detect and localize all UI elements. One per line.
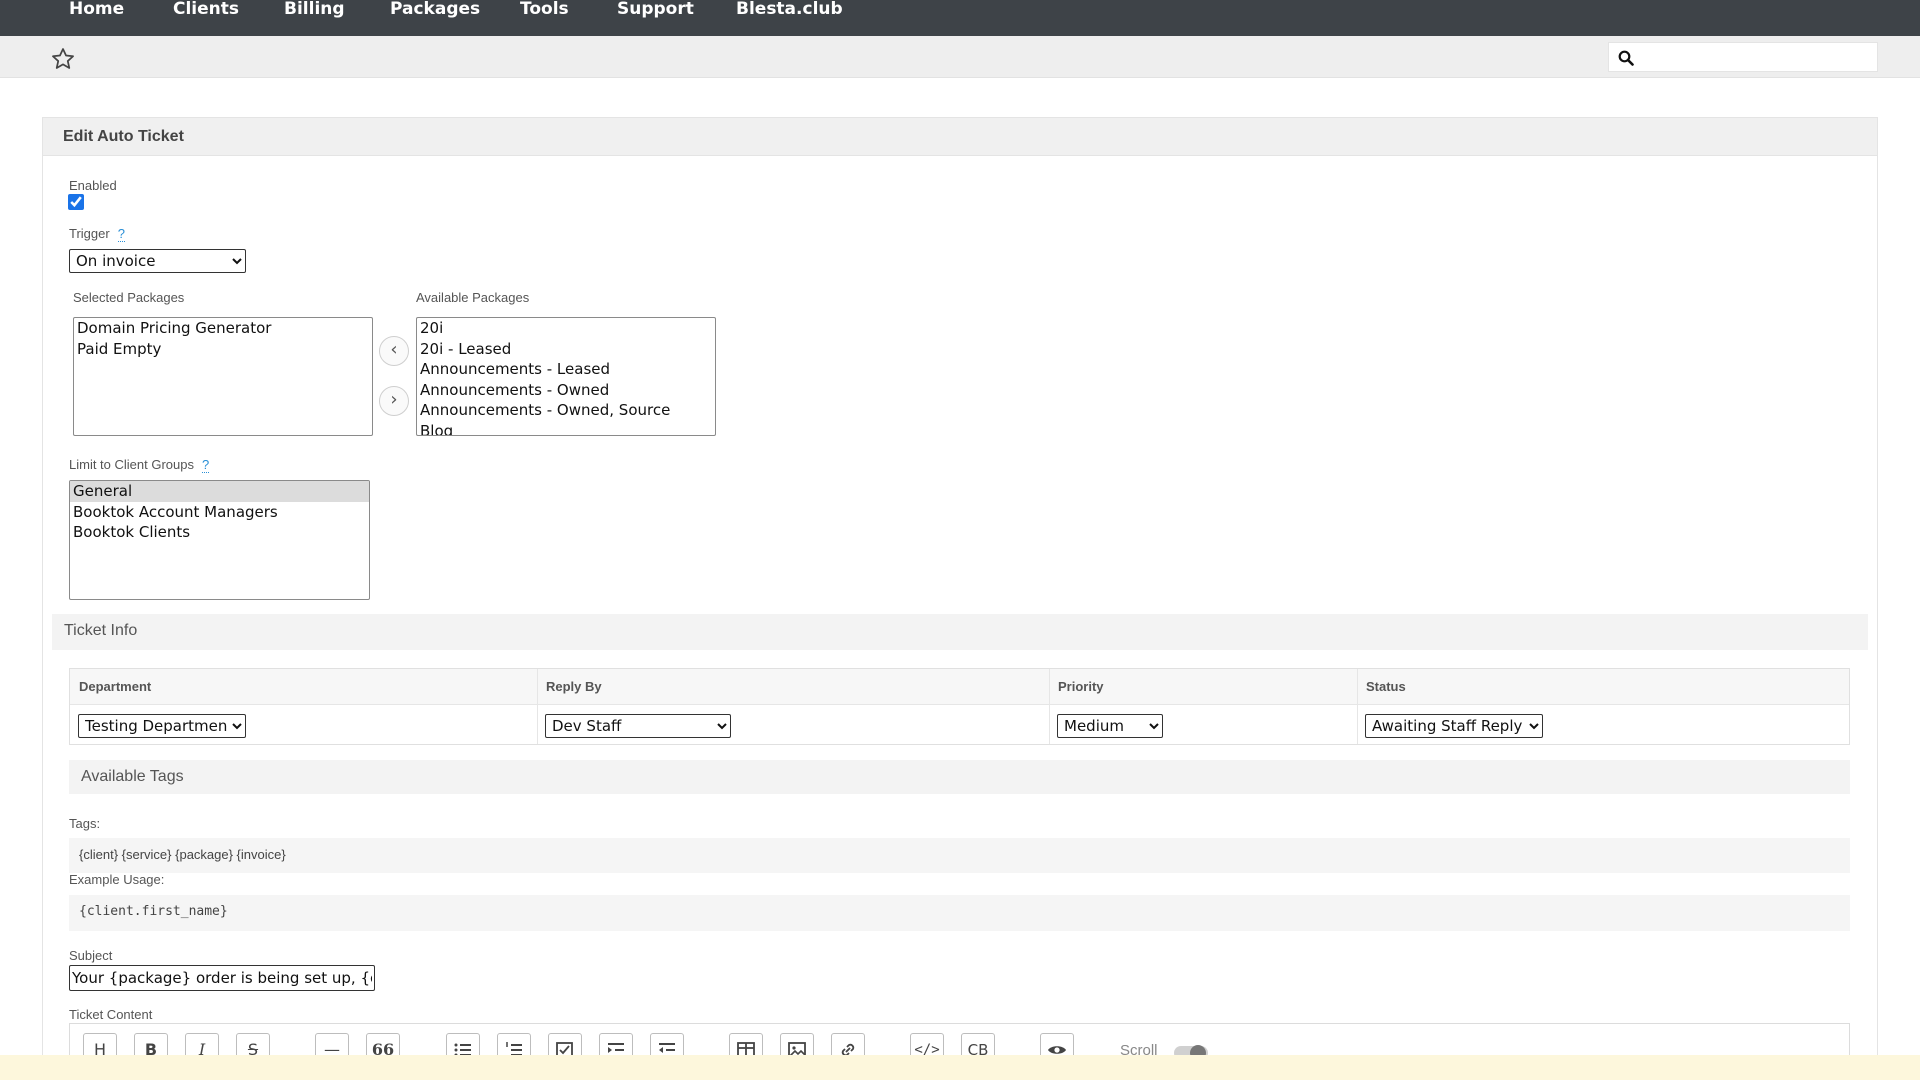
trigger-label: Trigger? bbox=[69, 226, 125, 242]
nav-tools[interactable]: Tools bbox=[520, 0, 569, 36]
search-box bbox=[1608, 42, 1878, 72]
tags-value: {client} {service} {package} {invoice} bbox=[79, 847, 286, 862]
trigger-help-link[interactable]: ? bbox=[117, 226, 125, 242]
move-left-button[interactable]: ‹ bbox=[379, 336, 409, 366]
sub-bar bbox=[0, 36, 1920, 78]
panel-header: Edit Auto Ticket bbox=[43, 118, 1877, 156]
nav-blesta-club[interactable]: Blesta.club bbox=[736, 0, 843, 36]
client-groups-label-text: Limit to Client Groups bbox=[69, 457, 194, 472]
tags-box: {client} {service} {package} {invoice} bbox=[69, 838, 1850, 873]
enabled-label: Enabled bbox=[69, 178, 117, 193]
list-item[interactable]: Announcements - Leased bbox=[417, 359, 715, 380]
trigger-label-text: Trigger bbox=[69, 226, 110, 241]
list-item[interactable]: Booktok Account Managers bbox=[70, 502, 369, 523]
subject-label: Subject bbox=[69, 948, 113, 963]
available-packages-list[interactable]: 20i 20i - Leased Announcements - Leased … bbox=[416, 317, 716, 436]
list-item[interactable]: Booktok Clients bbox=[70, 522, 369, 543]
list-item[interactable]: Domain Pricing Generator bbox=[74, 318, 372, 339]
trigger-select[interactable]: On invoice bbox=[69, 249, 246, 273]
list-item[interactable]: 20i bbox=[417, 318, 715, 339]
ticket-info-header: Ticket Info bbox=[52, 614, 1868, 650]
enabled-checkbox[interactable] bbox=[68, 194, 84, 210]
column-divider bbox=[1357, 669, 1358, 744]
nav-home[interactable]: Home bbox=[69, 0, 124, 36]
nav-packages[interactable]: Packages bbox=[390, 0, 480, 36]
column-header-department: Department bbox=[79, 679, 152, 694]
nav-support[interactable]: Support bbox=[617, 0, 694, 36]
star-icon[interactable] bbox=[50, 46, 76, 72]
ticket-info-table: Department Reply By Priority Status Test… bbox=[69, 668, 1850, 745]
column-header-status: Status bbox=[1366, 679, 1406, 694]
tags-label: Tags: bbox=[69, 816, 101, 831]
ticket-info-title: Ticket Info bbox=[64, 622, 138, 639]
move-right-button[interactable]: › bbox=[379, 386, 409, 416]
reply-by-select[interactable]: Dev Staff bbox=[545, 714, 731, 738]
list-item[interactable]: Paid Empty bbox=[74, 339, 372, 360]
footer-bar bbox=[0, 1055, 1920, 1080]
selected-packages-list[interactable]: Domain Pricing Generator Paid Empty bbox=[73, 317, 373, 436]
subject-input[interactable] bbox=[69, 965, 375, 991]
available-packages-label: Available Packages bbox=[416, 290, 530, 305]
search-input[interactable] bbox=[1643, 46, 1871, 68]
list-item[interactable]: Announcements - Owned bbox=[417, 380, 715, 401]
client-groups-help-link[interactable]: ? bbox=[202, 457, 210, 473]
table-header-row: Department Reply By Priority Status bbox=[70, 669, 1849, 705]
example-usage-value: {client.first_name} bbox=[79, 904, 228, 919]
column-header-priority: Priority bbox=[1058, 679, 1104, 694]
example-usage-box: {client.first_name} bbox=[69, 895, 1850, 931]
priority-select[interactable]: Medium bbox=[1057, 714, 1163, 738]
client-groups-list[interactable]: General Booktok Account Managers Booktok… bbox=[69, 480, 370, 600]
nav-billing[interactable]: Billing bbox=[284, 0, 345, 36]
list-item[interactable]: 20i - Leased bbox=[417, 339, 715, 360]
client-groups-label: Limit to Client Groups? bbox=[69, 457, 210, 473]
column-divider bbox=[1049, 669, 1050, 744]
selected-packages-label: Selected Packages bbox=[73, 290, 185, 305]
example-usage-label: Example Usage: bbox=[69, 872, 165, 887]
department-select[interactable]: Testing Department bbox=[78, 714, 246, 738]
available-tags-title: Available Tags bbox=[81, 768, 184, 785]
page-title: Edit Auto Ticket bbox=[63, 128, 184, 145]
status-select[interactable]: Awaiting Staff Reply bbox=[1365, 714, 1543, 738]
ticket-content-label: Ticket Content bbox=[69, 1007, 153, 1022]
list-item[interactable]: Blog bbox=[417, 421, 715, 436]
search-icon bbox=[1618, 50, 1634, 66]
list-item[interactable]: Announcements - Owned, Source bbox=[417, 400, 715, 421]
column-divider bbox=[537, 669, 538, 744]
nav-clients[interactable]: Clients bbox=[173, 0, 239, 36]
top-navigation: Home Clients Billing Packages Tools Supp… bbox=[0, 0, 1920, 36]
list-item[interactable]: General bbox=[70, 481, 369, 502]
available-tags-header: Available Tags bbox=[69, 760, 1850, 794]
column-header-reply-by: Reply By bbox=[546, 679, 602, 694]
